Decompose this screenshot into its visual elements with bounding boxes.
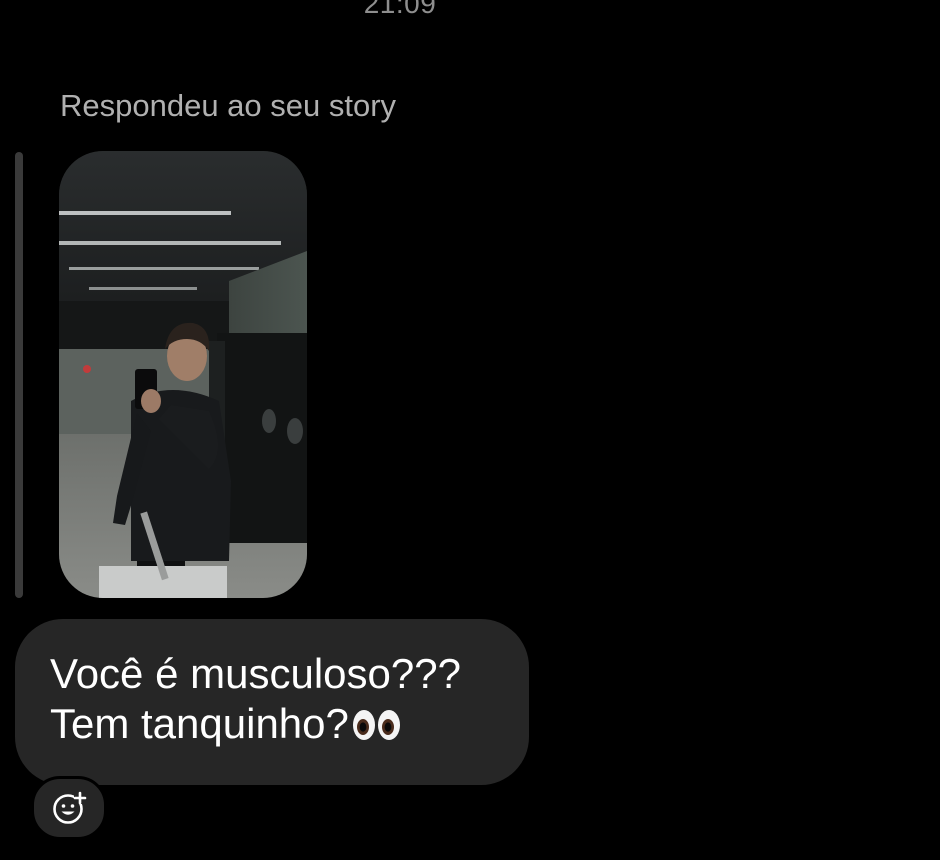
message-timestamp: 21:09 <box>363 0 437 19</box>
story-thumbnail[interactable] <box>59 151 307 598</box>
message-text-line-2-text: Tem tanquinho? <box>50 700 349 747</box>
story-reply-label: Respondeu ao seu story <box>60 88 397 123</box>
message-bubble[interactable]: Você é musculoso??? Tem tanquinho? <box>15 619 529 785</box>
story-photo-image <box>59 151 307 598</box>
eyes-emoji-icon <box>352 710 400 740</box>
add-reaction-button[interactable] <box>31 776 107 840</box>
reply-indicator-bar <box>15 152 23 598</box>
message-text-line-1: Você é musculoso??? <box>50 650 461 697</box>
smiley-add-reaction-icon <box>53 791 87 824</box>
message-text-line-2: Tem tanquinho? <box>50 699 529 749</box>
